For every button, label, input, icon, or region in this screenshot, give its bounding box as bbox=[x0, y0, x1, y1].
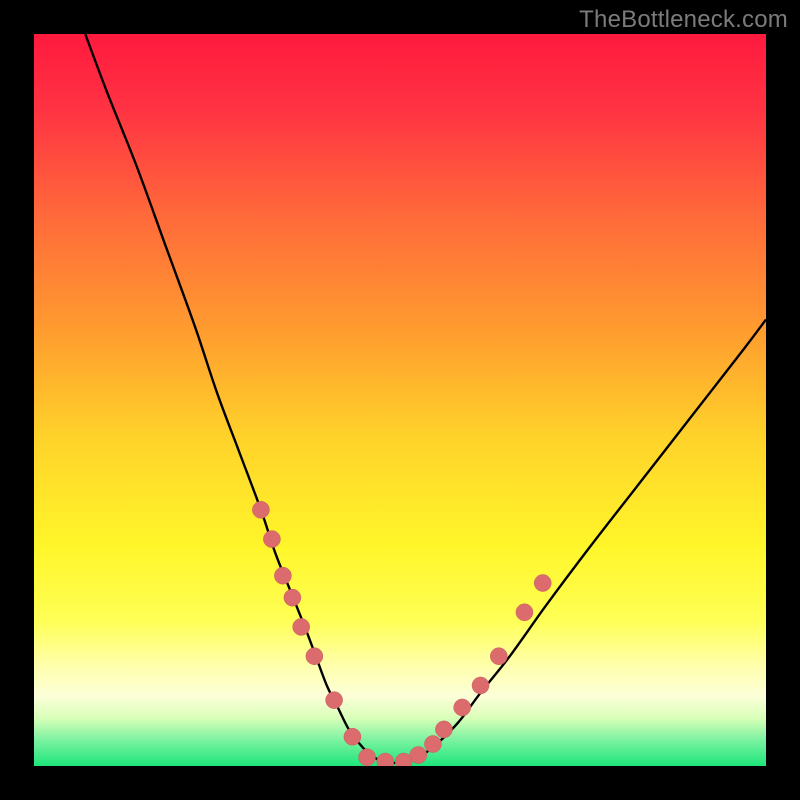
plot-area bbox=[34, 34, 766, 766]
data-dot bbox=[435, 721, 452, 738]
data-dot bbox=[490, 648, 507, 665]
watermark-text: TheBottleneck.com bbox=[579, 6, 788, 34]
data-dot bbox=[306, 648, 323, 665]
data-dot bbox=[293, 618, 310, 635]
chart-svg bbox=[34, 34, 766, 766]
data-dot bbox=[284, 589, 301, 606]
data-dot bbox=[472, 677, 489, 694]
data-dot bbox=[359, 749, 376, 766]
data-dot bbox=[534, 575, 551, 592]
chart-frame: TheBottleneck.com bbox=[0, 0, 800, 800]
data-dot bbox=[274, 567, 291, 584]
data-dot bbox=[424, 736, 441, 753]
data-dot bbox=[454, 699, 471, 716]
data-dot bbox=[263, 531, 280, 548]
data-dot bbox=[252, 501, 269, 518]
data-dot bbox=[344, 728, 361, 745]
gradient-background bbox=[34, 34, 766, 766]
data-dot bbox=[326, 692, 343, 709]
data-dot bbox=[516, 604, 533, 621]
